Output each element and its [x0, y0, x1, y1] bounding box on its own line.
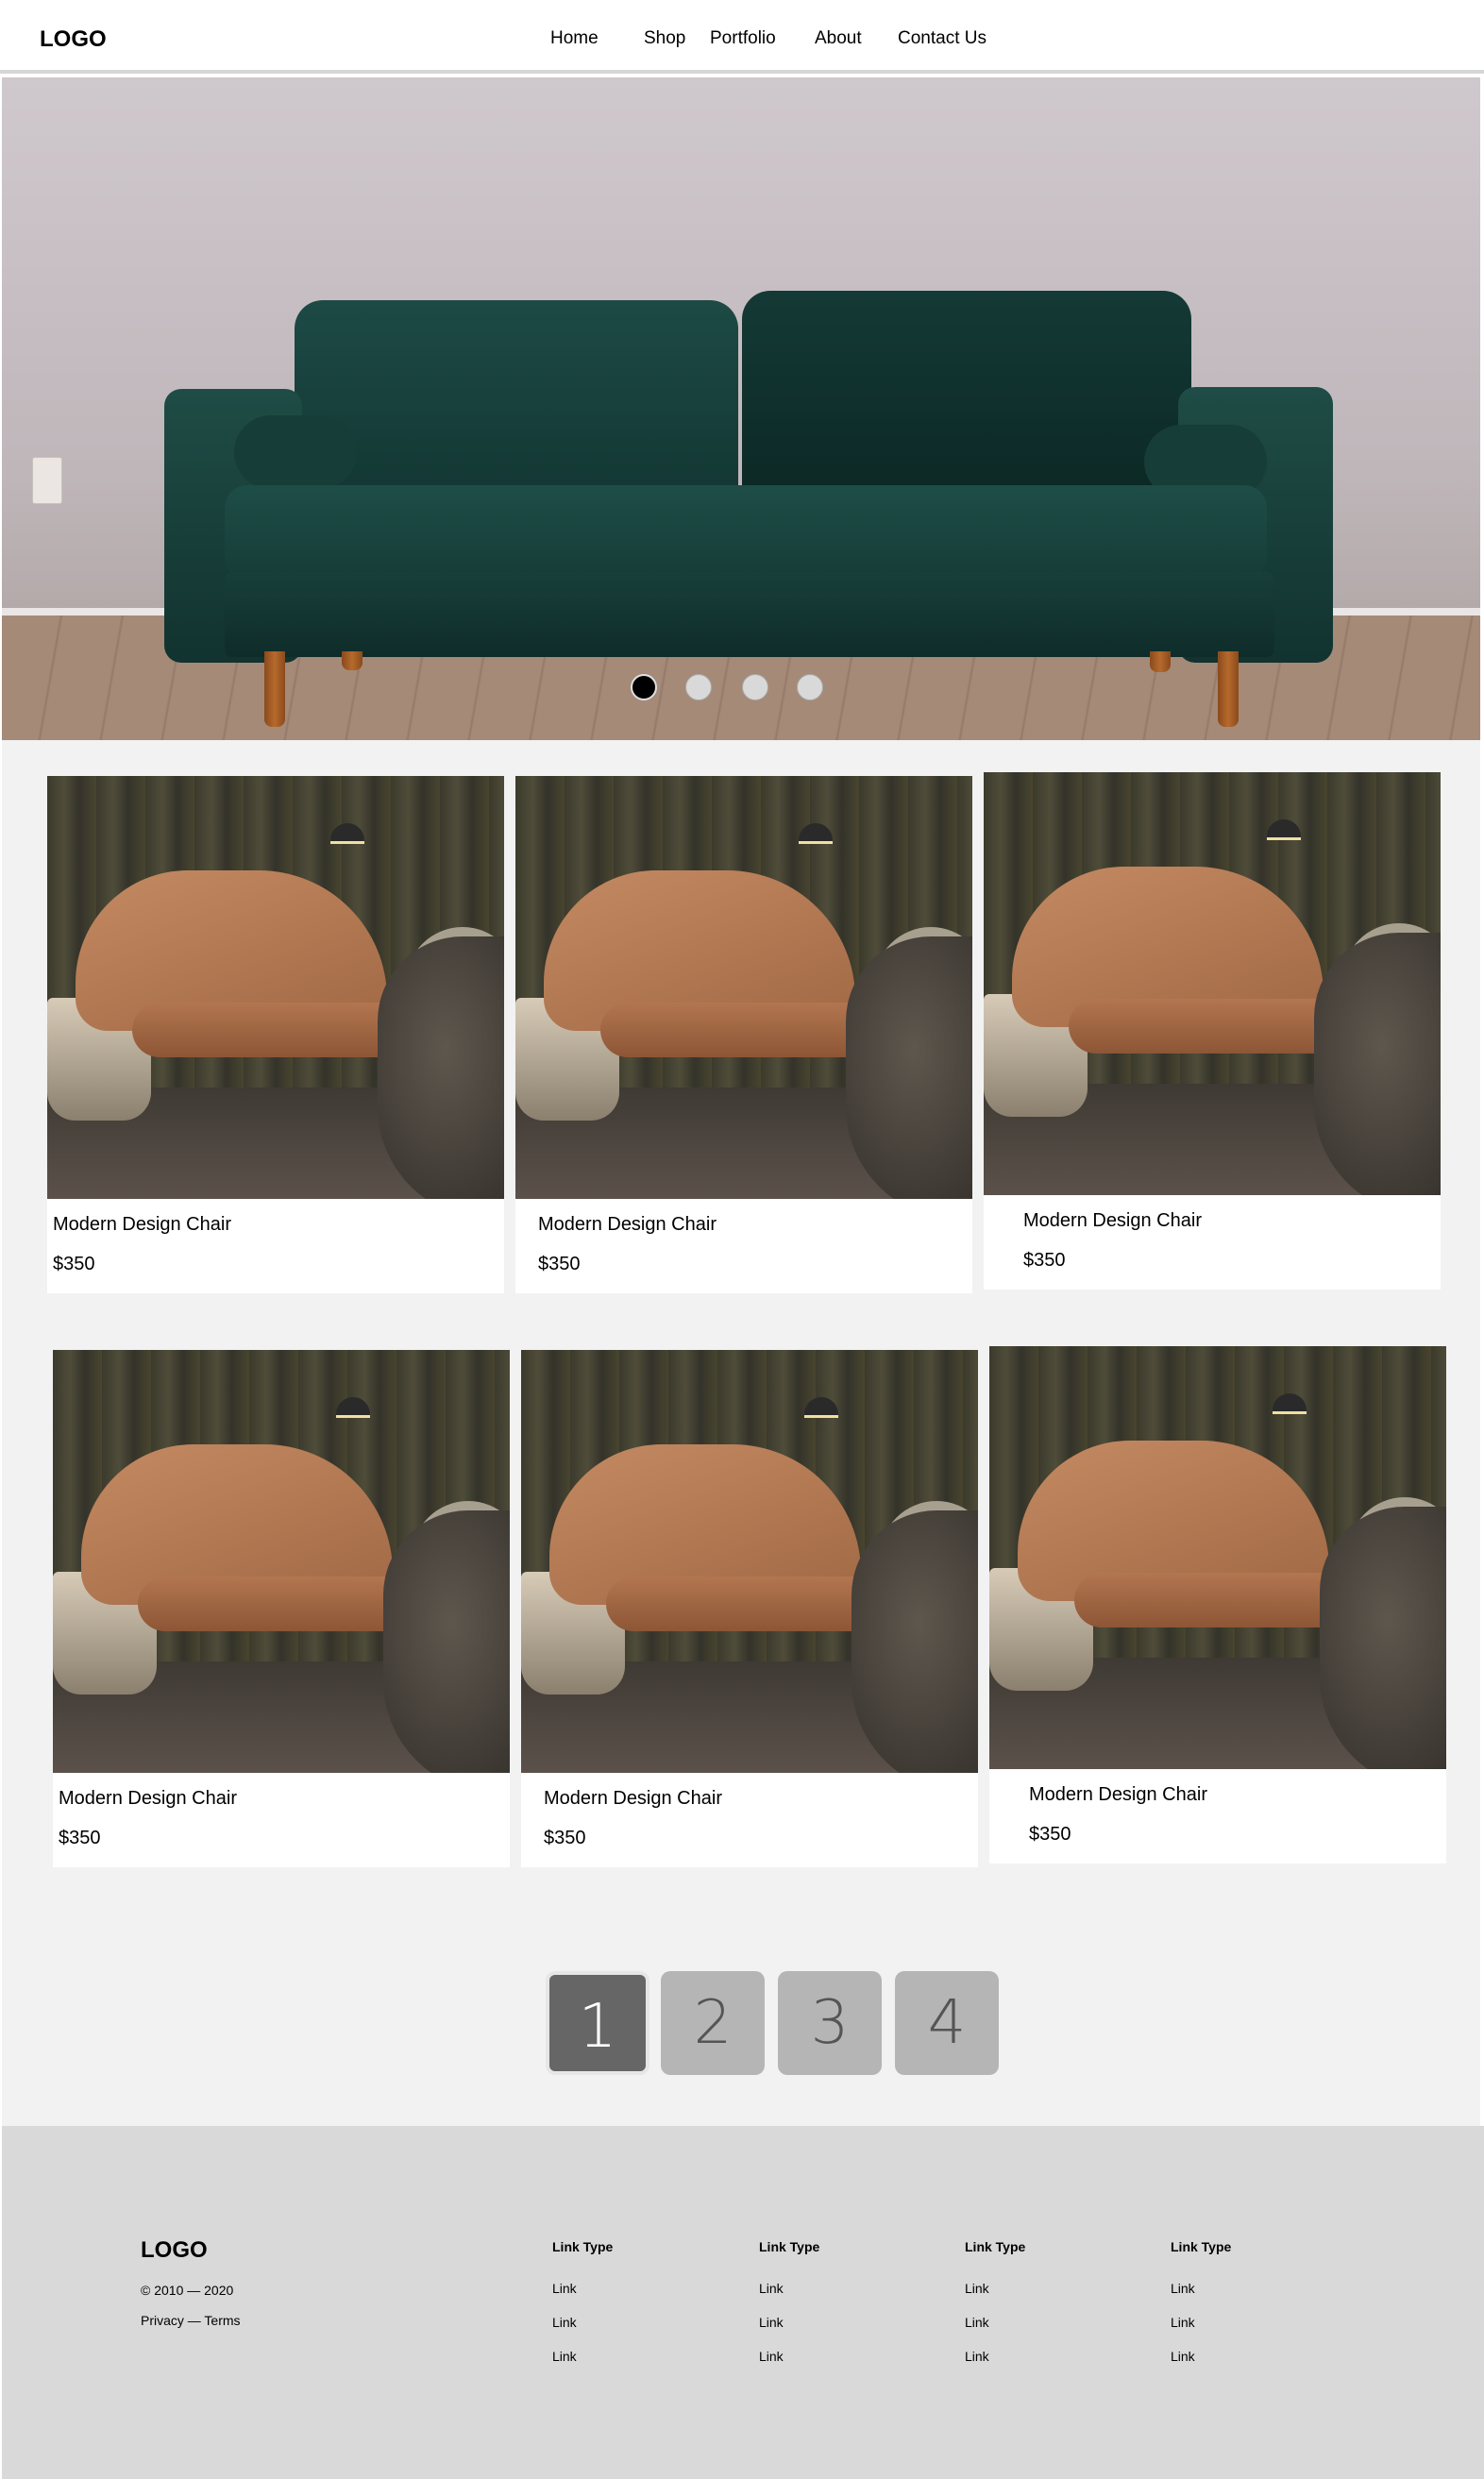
product-card[interactable]: Modern Design Chair $350: [47, 776, 504, 1293]
carousel-dot-4[interactable]: [797, 674, 823, 700]
product-image[interactable]: [984, 772, 1441, 1195]
product-price: $350: [538, 1254, 581, 1274]
header-logo[interactable]: LOGO: [40, 26, 107, 53]
site-footer: LOGO © 2010 — 2020 Privacy — Terms Link …: [2, 2126, 1484, 2479]
product-name[interactable]: Modern Design Chair: [59, 1788, 237, 1810]
product-card[interactable]: Modern Design Chair $350: [521, 1350, 978, 1867]
nav-portfolio[interactable]: Portfolio: [710, 28, 776, 49]
footer-column-title: Link Type: [1171, 2239, 1232, 2254]
footer-link[interactable]: Link: [1171, 2349, 1195, 2364]
footer-link[interactable]: Link: [759, 2349, 784, 2364]
footer-link[interactable]: Link: [965, 2349, 989, 2364]
nav-contact-us[interactable]: Contact Us: [898, 28, 987, 49]
product-card[interactable]: Modern Design Chair $350: [984, 772, 1441, 1290]
product-price: $350: [59, 1828, 101, 1848]
product-grid: Modern Design Chair $350 Modern Design C…: [2, 740, 1480, 2126]
page-button-3[interactable]: 3: [778, 1971, 882, 2075]
footer-link[interactable]: Link: [552, 2349, 577, 2364]
product-price: $350: [1029, 1824, 1071, 1845]
footer-link[interactable]: Link: [1171, 2315, 1195, 2330]
copyright-text: © 2010 — 2020: [141, 2283, 234, 2298]
footer-link[interactable]: Link: [1171, 2281, 1195, 2296]
privacy-terms-link[interactable]: Privacy — Terms: [141, 2313, 241, 2328]
hero-carousel[interactable]: [2, 77, 1480, 740]
footer-link[interactable]: Link: [965, 2315, 989, 2330]
carousel-dot-1[interactable]: [631, 674, 657, 700]
carousel-dot-3[interactable]: [742, 674, 768, 700]
product-image[interactable]: [47, 776, 504, 1199]
product-card[interactable]: Modern Design Chair $350: [515, 776, 972, 1293]
product-price: $350: [53, 1254, 95, 1274]
product-name[interactable]: Modern Design Chair: [538, 1214, 717, 1236]
site-header: LOGO Home Shop Portfolio About Contact U…: [0, 0, 1484, 74]
product-price: $350: [544, 1828, 586, 1848]
footer-link[interactable]: Link: [759, 2281, 784, 2296]
footer-link[interactable]: Link: [552, 2315, 577, 2330]
footer-column-title: Link Type: [965, 2239, 1026, 2254]
product-name[interactable]: Modern Design Chair: [53, 1214, 231, 1236]
product-price: $350: [1023, 1250, 1066, 1271]
carousel-dot-2[interactable]: [685, 674, 712, 700]
footer-link[interactable]: Link: [759, 2315, 784, 2330]
nav-home[interactable]: Home: [550, 28, 599, 49]
footer-link[interactable]: Link: [552, 2281, 577, 2296]
product-name[interactable]: Modern Design Chair: [544, 1788, 722, 1810]
product-image[interactable]: [515, 776, 972, 1199]
footer-link[interactable]: Link: [965, 2281, 989, 2296]
product-card[interactable]: Modern Design Chair $350: [53, 1350, 510, 1867]
page-button-1[interactable]: 1: [546, 1971, 649, 2075]
nav-about[interactable]: About: [815, 28, 862, 49]
nav-shop[interactable]: Shop: [644, 28, 685, 49]
product-name[interactable]: Modern Design Chair: [1029, 1784, 1207, 1806]
page-button-4[interactable]: 4: [895, 1971, 999, 2075]
product-image[interactable]: [521, 1350, 978, 1773]
product-image[interactable]: [53, 1350, 510, 1773]
product-card[interactable]: Modern Design Chair $350: [989, 1346, 1446, 1863]
product-image[interactable]: [989, 1346, 1446, 1769]
carousel-dots: [2, 674, 1480, 702]
wall-outlet: [32, 457, 62, 504]
page-button-2[interactable]: 2: [661, 1971, 765, 2075]
footer-column-title: Link Type: [552, 2239, 614, 2254]
footer-logo[interactable]: LOGO: [141, 2237, 208, 2264]
footer-column-title: Link Type: [759, 2239, 820, 2254]
product-name[interactable]: Modern Design Chair: [1023, 1210, 1202, 1232]
